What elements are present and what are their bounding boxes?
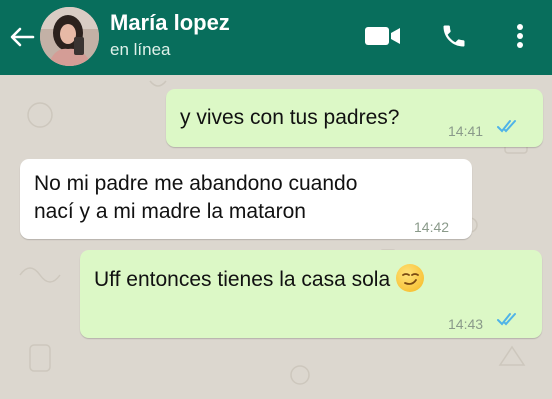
double-check-icon (497, 120, 516, 133)
message-time: 14:42 (414, 219, 450, 235)
back-button[interactable] (6, 22, 38, 52)
message-line: No mi padre me abandono cuando (34, 172, 358, 195)
message-bubble-incoming[interactable]: No mi padre me abandono cuando nací y a … (20, 159, 472, 239)
video-call-button[interactable] (362, 18, 404, 54)
message-text-wrap: Uff entonces tienes la casa sola (94, 264, 425, 294)
phone-icon (443, 25, 465, 47)
back-arrow-icon (10, 27, 35, 47)
message-bubble-outgoing[interactable]: y vives con tus padres? 14:41 (166, 89, 543, 147)
chat-header: María lopez en línea (0, 0, 552, 75)
profile-photo (40, 7, 99, 66)
message-text: y vives con tus padres? (180, 106, 400, 129)
double-check-icon (497, 313, 516, 326)
contact-status: en línea (110, 40, 171, 59)
message-line: nací y a mi madre la mataron (34, 200, 306, 223)
message-time: 14:41 (448, 123, 484, 139)
message-text: Uff entonces tienes la casa sola (94, 268, 391, 291)
contact-name[interactable]: María lopez (110, 10, 230, 36)
more-options-button[interactable] (508, 18, 532, 54)
message-bubble-outgoing[interactable]: Uff entonces tienes la casa sola 14:43 (80, 250, 542, 338)
smirk-emoji-icon (396, 264, 425, 293)
voice-call-button[interactable] (434, 18, 474, 54)
message-time: 14:43 (448, 316, 484, 332)
video-call-icon (365, 27, 400, 45)
chat-area[interactable]: y vives con tus padres? 14:41 No mi padr… (0, 75, 552, 399)
more-options-icon (517, 24, 523, 48)
avatar[interactable] (40, 7, 99, 66)
